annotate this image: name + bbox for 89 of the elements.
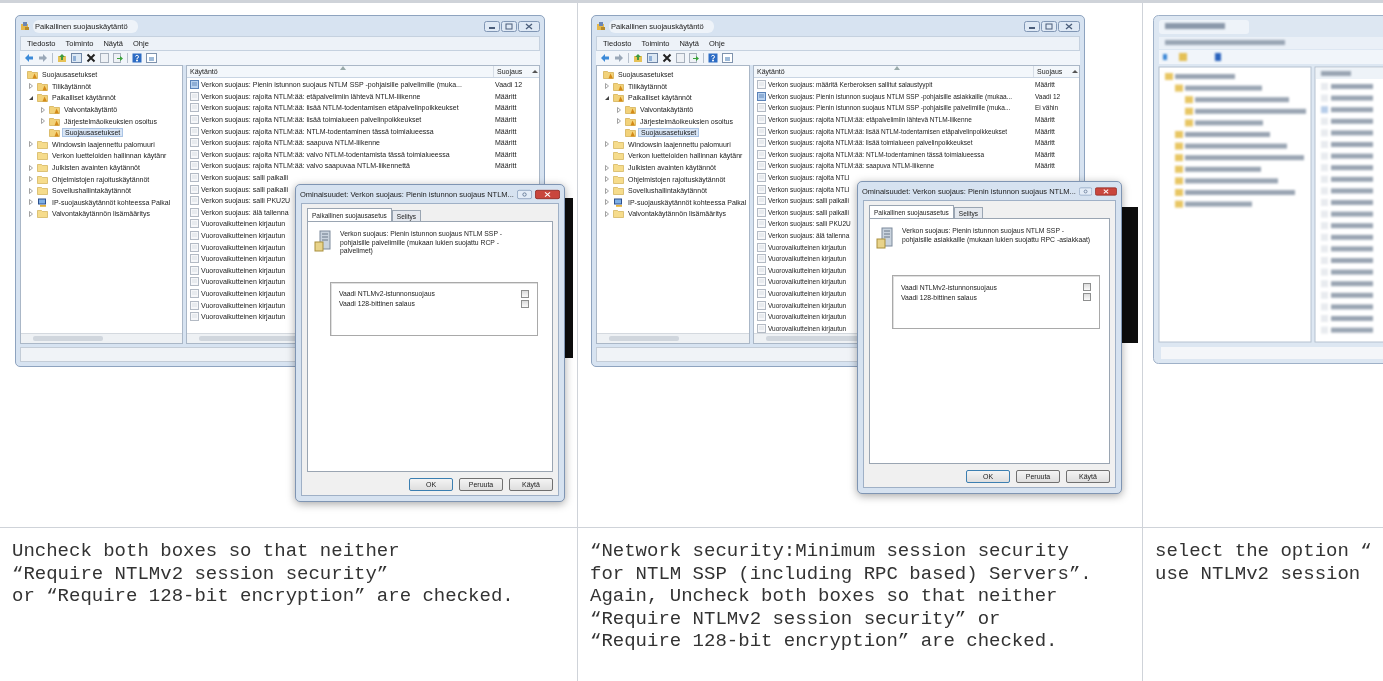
folder-icon [613,209,624,219]
close-button[interactable] [518,20,540,32]
instruction-text: Uncheck both boxes so that neither “Require NTLMv2 session security” or “Require 128-bit encryption” are checked. [12,540,515,608]
forward-arrow-icon[interactable] [38,53,48,63]
secure-folder-icon [49,128,60,138]
close-button[interactable] [1095,185,1117,197]
expand-arrow-icon[interactable] [603,198,611,207]
expand-arrow-icon[interactable] [27,186,35,195]
expand-arrow-icon[interactable] [27,163,35,172]
forward-arrow-icon[interactable] [614,53,624,63]
secure-folder-icon [603,70,614,80]
maximize-button[interactable] [1041,20,1057,32]
folder-up-icon[interactable] [633,53,643,63]
expand-arrow-icon[interactable] [27,175,35,184]
expand-arrow-icon[interactable] [27,140,35,149]
checkbox[interactable] [1083,293,1091,301]
expand-arrow-icon[interactable] [603,82,611,91]
secure-folder-icon [625,128,636,138]
folder-icon [37,163,48,173]
close-button[interactable] [534,188,560,200]
folder-icon [37,139,48,149]
secure-folder-icon [37,93,48,103]
expand-arrow-icon[interactable] [603,140,611,149]
minimize-button[interactable] [1024,20,1040,32]
server-icon [314,230,332,252]
horizontal-scrollbar[interactable] [597,333,749,343]
collapse-arrow-icon[interactable] [603,94,611,102]
expand-arrow-icon[interactable] [27,198,35,207]
checkbox[interactable] [1083,283,1091,291]
secure-folder-icon [49,116,60,126]
secure-folder-icon [49,105,60,115]
folder-icon [613,186,624,196]
expand-arrow-icon[interactable] [39,117,47,126]
delete-icon[interactable] [86,53,96,63]
expand-arrow-icon[interactable] [27,209,35,218]
folder-icon [613,139,624,149]
help-button[interactable] [516,188,532,200]
console-tree-icon[interactable] [71,53,82,63]
collapse-arrow-icon[interactable] [27,94,35,102]
secure-folder-icon [613,93,624,103]
folder-icon [613,151,624,161]
export-icon[interactable] [689,53,699,63]
maximize-button[interactable] [501,20,517,32]
back-arrow-icon[interactable] [600,53,610,63]
export-icon[interactable] [113,53,123,63]
folder-icon [37,186,48,196]
folder-icon [37,174,48,184]
delete-icon[interactable] [662,53,672,63]
server-icon [876,227,894,249]
expand-arrow-icon[interactable] [615,117,623,126]
expand-arrow-icon[interactable] [39,105,47,114]
back-arrow-icon[interactable] [24,53,34,63]
instruction-text: select the option “ use NTLMv2 session [1155,540,1371,585]
secure-folder-icon [625,105,636,115]
checkbox[interactable] [521,289,529,298]
sort-arrow-icon [340,66,346,70]
page-icon[interactable] [676,53,685,63]
help-button[interactable] [1078,185,1093,197]
view-icon[interactable] [146,53,157,63]
computer-icon [37,197,48,207]
expand-arrow-icon[interactable] [615,105,623,114]
close-button[interactable] [1058,20,1080,32]
folder-icon [613,174,624,184]
policy-app-icon [20,21,30,31]
expand-arrow-icon[interactable] [603,209,611,218]
secure-folder-icon [27,70,38,80]
expand-arrow-icon[interactable] [603,163,611,172]
secure-folder-icon [37,81,48,91]
minimize-button[interactable] [484,20,500,32]
help-icon[interactable] [708,53,718,63]
instruction-text: “Network security:Minimum session security for NTLM SSP (including RPC based) Servers”. Again, Uncheck both boxes so that neither “Require NTLMv2 session security” or “Require 128-bit encryption” are checked. [590,540,1093,653]
sort-arrow-icon [893,66,900,70]
expand-arrow-icon[interactable] [603,186,611,195]
horizontal-scrollbar[interactable] [21,333,182,343]
folder-icon [37,209,48,219]
secure-folder-icon [613,81,624,91]
view-icon[interactable] [722,53,733,63]
folder-icon [37,151,48,161]
secure-folder-icon [625,116,636,126]
console-tree-icon[interactable] [647,53,658,63]
checkbox[interactable] [521,299,529,308]
expand-arrow-icon[interactable] [603,175,611,184]
page-icon[interactable] [100,53,109,63]
folder-icon [613,163,624,173]
help-icon[interactable] [132,53,142,63]
expand-arrow-icon[interactable] [27,82,35,91]
folder-up-icon[interactable] [57,53,67,63]
policy-app-icon [596,21,606,31]
computer-icon [613,197,624,207]
